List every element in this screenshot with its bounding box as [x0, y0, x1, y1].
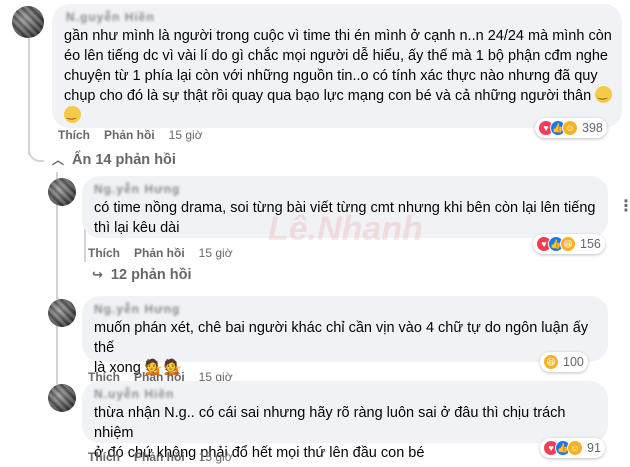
timestamp[interactable]: 15 giờ: [169, 128, 203, 142]
reaction-count: 100: [563, 355, 584, 369]
comment-actions: Thích Phản hồi 15 giờ: [58, 128, 203, 142]
care-react-icon: ☺: [562, 120, 578, 136]
reaction-count: 398: [582, 121, 603, 135]
reaction-summary[interactable]: ♥ 👍 ☺ 91: [540, 438, 605, 458]
comment-actions: Thích Phản hồi 15 giờ: [88, 246, 233, 260]
chevron-up-icon: ︿: [52, 153, 65, 167]
timestamp[interactable]: 15 giờ: [199, 450, 233, 464]
comment-actions: Thích Phản hồi 15 giờ: [88, 450, 233, 464]
reaction-summary[interactable]: ♥ 👍 😆 156: [533, 234, 605, 254]
more-options-icon[interactable]: ⋮: [618, 196, 630, 216]
like-button[interactable]: Thích: [58, 128, 90, 142]
comment-text: gần như mình là người trong cuộc vì time…: [64, 26, 624, 126]
reaction-count: 91: [587, 441, 601, 455]
avatar[interactable]: [48, 384, 76, 412]
comment-author[interactable]: Ng.yễn Hưng: [94, 182, 180, 196]
hide-replies-button[interactable]: ︿ Ẩn 14 phản hồi: [52, 151, 176, 168]
reaction-summary[interactable]: ♥ 👍 ☺ 398: [535, 118, 607, 138]
thread-line-main: [28, 38, 30, 155]
timestamp[interactable]: 15 giờ: [199, 246, 233, 260]
reaction-count: 156: [580, 237, 601, 251]
comment-author[interactable]: Ng.yễn Hưng: [94, 302, 180, 316]
avatar[interactable]: [12, 6, 44, 38]
like-button[interactable]: Thích: [88, 450, 120, 464]
thread-curve-1: [28, 150, 44, 162]
like-button[interactable]: Thích: [88, 246, 120, 260]
haha-react-icon: 😆: [560, 236, 576, 252]
haha-react-icon: 😆: [543, 354, 559, 370]
reply-arrow-icon: ↪: [92, 267, 103, 282]
reaction-summary[interactable]: 😆 100: [540, 352, 588, 372]
view-replies-button[interactable]: ↪ 12 phản hồi: [92, 267, 191, 283]
care-react-icon: ☺: [567, 440, 583, 456]
reply-button[interactable]: Phản hồi: [134, 450, 185, 464]
reply-button[interactable]: Phản hồi: [134, 246, 185, 260]
comment-author[interactable]: N.uyễn Hiền: [94, 387, 174, 401]
smile-emoji-icon: [595, 84, 613, 104]
avatar[interactable]: [48, 178, 76, 206]
reply-button[interactable]: Phản hồi: [104, 128, 155, 142]
comment-author[interactable]: N.guyễn Hiền: [66, 10, 155, 24]
avatar[interactable]: [48, 299, 76, 327]
comment-text: muốn phán xét, chê bai người khác chỉ cầ…: [94, 320, 589, 376]
watermark-logo: Lê.Nhanh: [268, 210, 423, 248]
smile-emoji-icon: [64, 104, 81, 124]
